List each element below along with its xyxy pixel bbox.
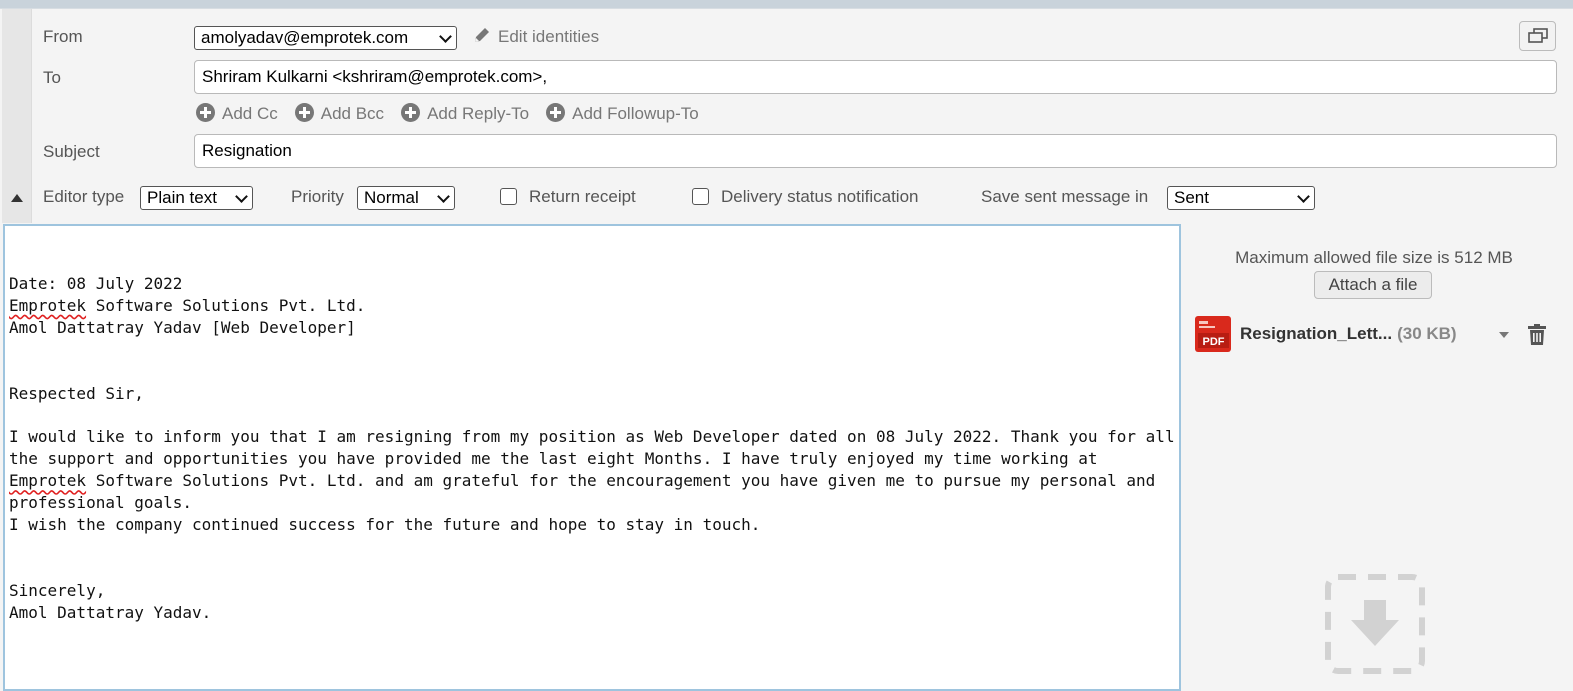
- popout-window-button[interactable]: [1519, 21, 1556, 51]
- from-select-value: amolyadav@emprotek.com: [201, 28, 409, 47]
- attachment-file-name: Resignation_Lett...: [1240, 324, 1393, 343]
- plus-circle-icon: [401, 103, 421, 122]
- plus-circle-icon: [196, 103, 215, 122]
- body-author-line: Amol Dattatray Yadav [Web Developer]: [9, 317, 356, 337]
- max-file-size-text: Maximum allowed file size is 512 MB: [1235, 248, 1513, 267]
- chevron-down-icon: [1297, 190, 1310, 203]
- edit-identities-label: Edit identities: [498, 27, 600, 46]
- body-date-prefix: Date: 08: [9, 274, 87, 293]
- to-input[interactable]: Shriram Kulkarni <kshriram@emprotek.com>…: [194, 60, 1557, 94]
- header-collapse-strip: [2, 9, 32, 223]
- from-label: From: [43, 27, 83, 46]
- collapse-headers-toggle-icon[interactable]: [11, 194, 23, 202]
- pdf-icon-text: PDF: [1203, 336, 1225, 348]
- compose-headers: From amolyadav@emprotek.com Edit identit…: [32, 9, 1573, 223]
- body-company-word-misspelled: Emprotek: [9, 295, 87, 315]
- compose-options-row: Editor type Plain text Priority Normal R…: [32, 185, 1573, 213]
- add-followup-to-label: Add Followup-To: [572, 104, 699, 123]
- add-cc-link[interactable]: Add Cc: [196, 103, 278, 124]
- priority-select[interactable]: Normal: [357, 186, 455, 210]
- body-date-suffix: July 2022: [86, 274, 183, 293]
- message-body-editor[interactable]: Date: 08 July 2022 Emprotek Software Sol…: [3, 224, 1181, 691]
- add-followup-to-link[interactable]: Add Followup-To: [546, 103, 699, 124]
- body-company-rest: Software Solutions Pvt. Ltd.: [86, 295, 366, 315]
- add-cc-label: Add Cc: [222, 104, 278, 123]
- compose-window: From amolyadav@emprotek.com Edit identit…: [0, 8, 1573, 691]
- from-select[interactable]: amolyadav@emprotek.com: [194, 26, 457, 50]
- subject-input[interactable]: Resignation: [194, 134, 1557, 168]
- body-signature: Amol Dattatray Yadav.: [9, 602, 212, 622]
- subject-label: Subject: [43, 142, 100, 161]
- priority-label: Priority: [291, 187, 344, 206]
- attach-file-button[interactable]: Attach a file: [1314, 271, 1432, 299]
- save-sent-select[interactable]: Sent: [1167, 186, 1315, 210]
- priority-value: Normal: [364, 188, 419, 207]
- pencil-icon: [475, 28, 489, 42]
- add-header-links: Add Cc Add Bcc Add Reply-To Add Followup-To: [196, 103, 716, 124]
- body-wish-line: I wish the company continued success for…: [9, 514, 761, 534]
- add-reply-to-link[interactable]: Add Reply-To: [401, 103, 529, 124]
- trash-icon[interactable]: [1528, 324, 1546, 346]
- add-bcc-link[interactable]: Add Bcc: [294, 103, 385, 124]
- plus-circle-icon: [294, 103, 314, 122]
- body-greeting: Respected Sir,: [9, 383, 144, 403]
- body-para-company-misspelled: Emprotek: [9, 471, 87, 491]
- attachment-name[interactable]: Resignation_Lett... (30 KB): [1240, 324, 1457, 344]
- delivery-status-checkbox[interactable]: [692, 188, 709, 205]
- add-reply-to-label: Add Reply-To: [427, 104, 530, 123]
- edit-identities-link[interactable]: Edit identities: [472, 25, 599, 47]
- attachment-menu-caret-icon[interactable]: [1499, 332, 1509, 338]
- chevron-down-icon: [439, 30, 452, 43]
- editor-type-label: Editor type: [43, 187, 125, 206]
- pdf-file-icon: PDF: [1195, 316, 1231, 352]
- save-sent-value: Sent: [1174, 188, 1209, 207]
- body-para-part1: I would like to inform you that I am res…: [9, 427, 1175, 469]
- chevron-down-icon: [235, 190, 248, 203]
- editor-type-select[interactable]: Plain text: [140, 186, 253, 210]
- attachment-file-size: (30 KB): [1397, 324, 1457, 343]
- return-receipt-checkbox[interactable]: [500, 188, 517, 205]
- plus-circle-icon: [546, 103, 566, 122]
- attachment-item: PDF Resignation_Lett... (30 KB): [1195, 315, 1555, 353]
- drop-zone-download-icon: [1325, 574, 1425, 674]
- message-body-text[interactable]: Date: 08 July 2022 Emprotek Software Sol…: [5, 226, 1179, 689]
- to-label: To: [43, 68, 61, 87]
- body-para-part2: Software Solutions Pvt. Ltd. and am grat…: [9, 471, 1165, 513]
- popout-window-icon: [1528, 28, 1548, 43]
- delivery-status-label: Delivery status notification: [721, 187, 919, 206]
- body-closing: Sincerely,: [9, 580, 106, 600]
- save-sent-label: Save sent message in: [981, 187, 1149, 206]
- return-receipt-label: Return receipt: [529, 187, 636, 206]
- add-bcc-label: Add Bcc: [320, 104, 385, 123]
- editor-type-value: Plain text: [147, 188, 217, 207]
- chevron-down-icon: [437, 190, 450, 203]
- attachments-panel: Maximum allowed file size is 512 MB Atta…: [1183, 224, 1573, 691]
